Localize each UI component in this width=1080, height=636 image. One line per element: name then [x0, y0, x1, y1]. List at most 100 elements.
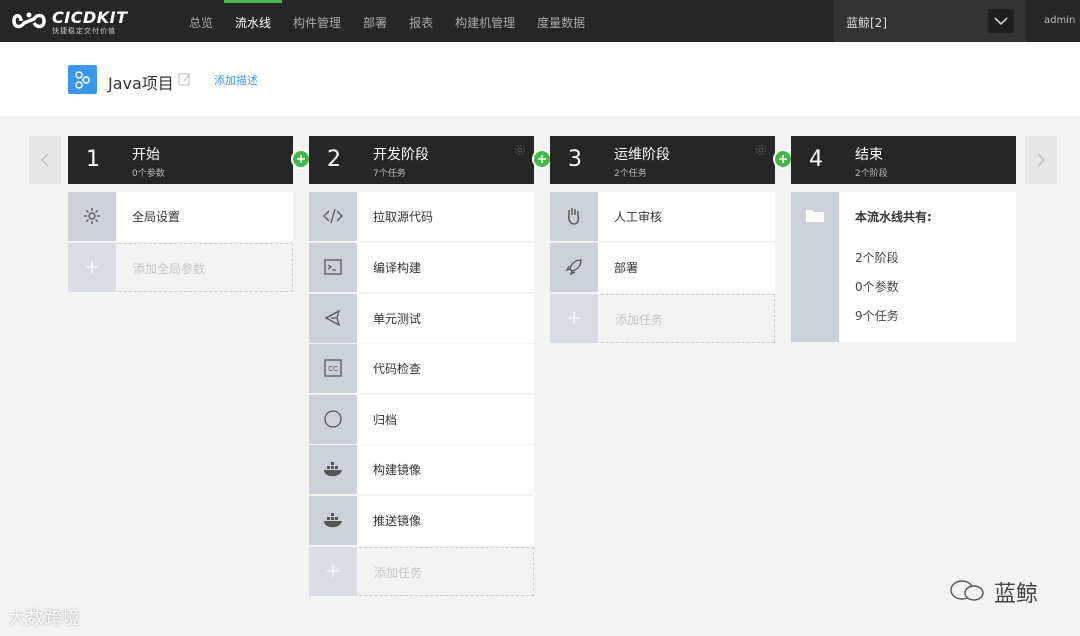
task-icon-box: [309, 547, 357, 596]
stage-subtitle: 0个参数: [132, 169, 165, 179]
nav-item-reports[interactable]: 报表: [398, 0, 444, 42]
plus-icon: [779, 155, 787, 163]
task-icon-box: [309, 395, 357, 444]
top-navbar: CICDKIT 快捷稳定交付价值 总览 流水线 构件管理 部署 报表 构建机管理…: [0, 0, 1080, 42]
unit-test-icon: [324, 309, 341, 327]
pipeline-summary-card: 本流水线共有: 2个阶段 0个参数 9个任务: [791, 192, 1016, 342]
add-task-button-ops[interactable]: 添加任务: [550, 294, 775, 343]
code-check-icon: CC: [324, 359, 342, 377]
logo-tagline: 快捷稳定交付价值: [52, 27, 116, 35]
nav-item-artifacts[interactable]: 构件管理: [282, 0, 352, 42]
plus-icon: [538, 155, 546, 163]
task-icon-box: [68, 243, 116, 292]
task-label: 归档: [373, 413, 398, 427]
task-unit-test[interactable]: 单元测试: [309, 294, 534, 343]
add-stage-button[interactable]: [291, 149, 311, 169]
task-deploy[interactable]: 部署: [550, 243, 775, 292]
folder-icon: [806, 210, 824, 222]
nav-item-pipeline[interactable]: 流水线: [224, 0, 283, 42]
stage-header-dev[interactable]: 2 开发阶段 7个任务: [309, 136, 534, 184]
task-manual-review[interactable]: 人工审核: [550, 192, 775, 241]
project-icon: [68, 65, 97, 94]
docker-icon: [324, 462, 342, 477]
stage-subtitle: 2个任务: [614, 169, 647, 179]
add-global-param-button[interactable]: 添加全局参数: [68, 243, 293, 292]
stage-header-start[interactable]: 1 开始 0个参数: [68, 136, 293, 184]
task-icon-box: [309, 192, 357, 241]
plus-icon: [297, 155, 305, 163]
task-code-check[interactable]: CC 代码检查: [309, 344, 534, 393]
stage-title: 运维阶段: [614, 147, 670, 163]
project-selector[interactable]: 蓝鲸[2]: [834, 0, 1026, 42]
scroll-left-button[interactable]: [29, 136, 61, 184]
chevron-left-icon: [40, 153, 49, 167]
rocket-icon: [565, 259, 582, 276]
add-description-link[interactable]: 添加描述: [214, 72, 258, 88]
task-icon-box: [550, 192, 598, 241]
edit-icon[interactable]: [178, 72, 192, 86]
admin-user-link[interactable]: admin: [1044, 15, 1075, 26]
chevron-down-icon: [994, 17, 1008, 26]
stage-title: 开发阶段: [373, 147, 429, 163]
task-compile-build[interactable]: 编译构建: [309, 243, 534, 292]
logo-name: CICDKIT: [52, 8, 128, 27]
wechat-icon: [950, 580, 984, 601]
plus-icon: [86, 261, 98, 273]
summary-stages: 2个阶段: [855, 251, 899, 265]
watermark-left: 大数跨境: [8, 608, 80, 629]
chevron-right-icon: [1037, 153, 1046, 167]
task-global-settings[interactable]: 全局设置: [68, 192, 293, 241]
summary-params: 0个参数: [855, 280, 899, 294]
task-icon-box: [309, 496, 357, 545]
stage-title: 结束: [855, 147, 883, 163]
add-stage-button[interactable]: [773, 149, 793, 169]
task-pull-source[interactable]: 拉取源代码: [309, 192, 534, 241]
task-build-image[interactable]: 构建镜像: [309, 445, 534, 494]
add-label: 添加任务: [374, 566, 423, 580]
task-label: 人工审核: [614, 210, 663, 224]
dropdown-button[interactable]: [988, 9, 1014, 33]
pipeline-icon: [75, 71, 90, 89]
stage-number: 4: [809, 147, 823, 172]
stage-number: 2: [327, 147, 341, 172]
task-icon-box: [309, 445, 357, 494]
stage-settings-gear-icon[interactable]: [514, 144, 526, 156]
archive-icon: [324, 410, 342, 428]
nav-item-deploy[interactable]: 部署: [352, 0, 398, 42]
nav-item-metrics[interactable]: 度量数据: [526, 0, 596, 42]
stage-header-ops[interactable]: 3 运维阶段 2个任务: [550, 136, 775, 184]
stage-subtitle: 2个阶段: [855, 169, 888, 179]
nav-item-build-machines[interactable]: 构建机管理: [444, 0, 526, 42]
watermark-right: 蓝鲸: [994, 582, 1039, 607]
task-label: 部署: [614, 261, 639, 275]
task-label: 构建镜像: [373, 463, 422, 477]
task-label: 全局设置: [132, 210, 181, 224]
main-nav: 总览 流水线 构件管理 部署 报表 构建机管理 度量数据: [178, 0, 596, 42]
stage-header-end[interactable]: 4 结束 2个阶段: [791, 136, 1016, 184]
task-icon-box: [309, 294, 357, 343]
stage-settings-gear-icon[interactable]: [755, 144, 767, 156]
plus-icon: [568, 312, 580, 324]
add-stage-button[interactable]: [532, 149, 552, 169]
task-push-image[interactable]: 推送镜像: [309, 496, 534, 545]
project-title: Java项目: [108, 74, 174, 93]
app-logo[interactable]: CICDKIT 快捷稳定交付价值: [12, 7, 132, 35]
task-icon-box: CC: [309, 344, 357, 393]
task-label: 单元测试: [373, 312, 422, 326]
stage-number: 1: [86, 147, 100, 172]
summary-tasks: 9个任务: [855, 309, 899, 323]
infinity-logo-icon: [12, 12, 46, 29]
stage-number: 3: [568, 147, 582, 172]
task-label: 推送镜像: [373, 514, 422, 528]
stage-subtitle: 7个任务: [373, 169, 406, 179]
code-icon: [323, 208, 343, 224]
nav-item-overview[interactable]: 总览: [178, 0, 224, 42]
task-archive[interactable]: 归档: [309, 395, 534, 444]
plus-icon: [327, 565, 339, 577]
task-icon-box: [68, 192, 116, 241]
scroll-right-button[interactable]: [1025, 136, 1057, 184]
hand-icon: [568, 208, 580, 225]
task-icon-box: [550, 243, 598, 292]
add-task-button-dev[interactable]: 添加任务: [309, 547, 534, 596]
task-label: 拉取源代码: [373, 210, 434, 224]
